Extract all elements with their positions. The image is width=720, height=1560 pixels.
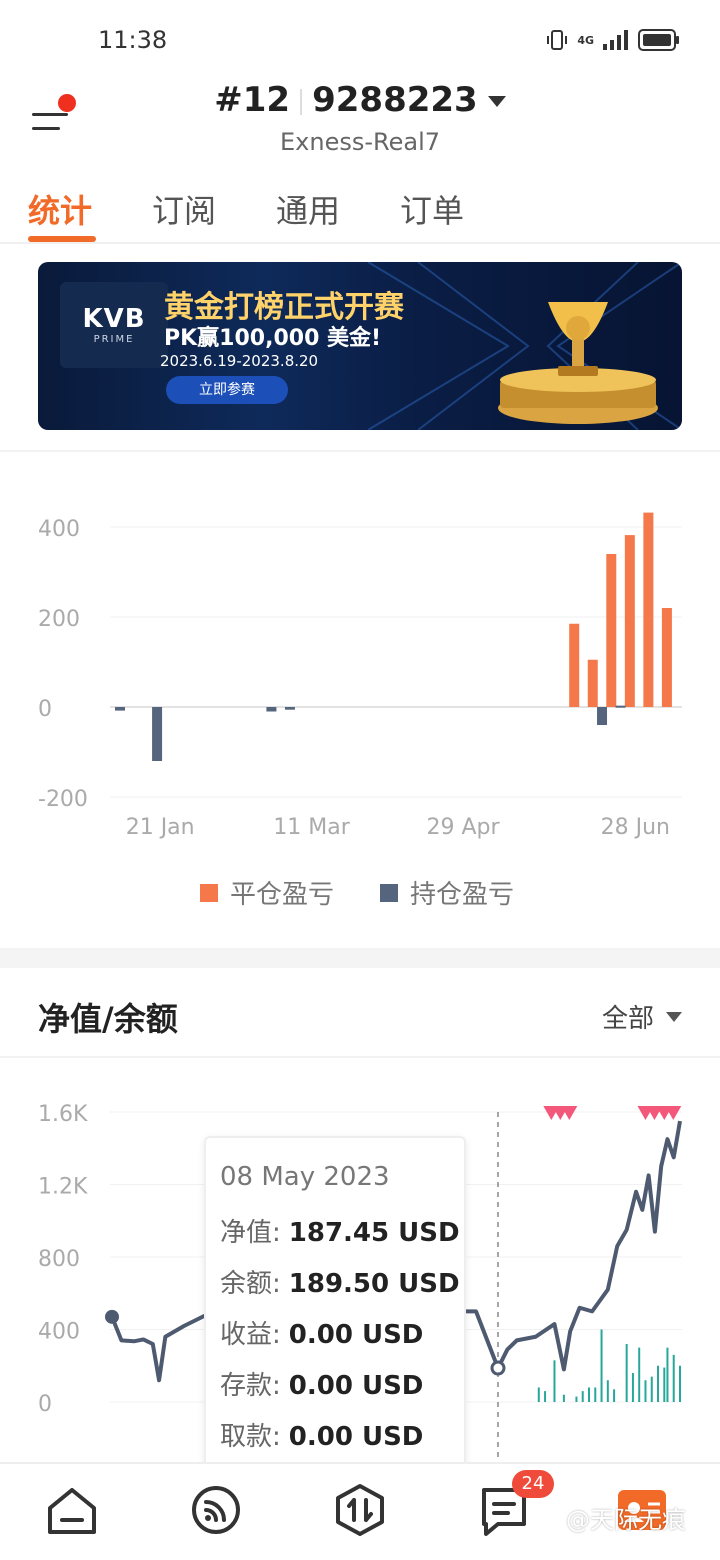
status-icons: 4G [545,28,680,52]
watermark: @天际无痕 [566,1506,686,1534]
tab-statistics[interactable]: 统计 [28,186,92,232]
join-now-button[interactable]: 立即参赛 [166,376,288,404]
bar-closed-pl[interactable] [606,554,617,707]
tab-subscription[interactable]: 订阅 [152,186,216,232]
bar-closed-pl[interactable] [624,535,635,707]
x-tick-label: 21 Jan [126,815,195,840]
trade-icon [336,1484,384,1536]
hover-point [490,1360,506,1376]
range-filter-label: 全部 [601,1004,654,1034]
y-tick-label: 1.6K [38,1102,88,1127]
x-tick-label: 28 Jun [601,815,670,840]
divider [0,1056,720,1058]
bar-open-pl[interactable] [284,707,295,710]
bar-open-pl[interactable] [152,707,163,761]
nav-signals[interactable] [186,1480,246,1540]
status-time: 11:38 [98,26,168,54]
bar-closed-pl[interactable] [569,623,580,707]
y-tick-label: 200 [38,607,80,632]
chevron-down-icon [487,96,506,107]
legend-item-open[interactable]: 持仓盈亏 [380,874,514,911]
server-name: Exness-Real7 [279,128,441,156]
y-tick-label: 400 [38,1320,80,1345]
section-title: 净值/余额 [38,1000,178,1038]
section-divider [0,948,720,968]
y-tick-label: 800 [38,1247,80,1272]
legend-label-closed: 平仓盈亏 [230,880,335,910]
account-selector[interactable]: #12 9288223 [0,80,720,120]
bar-closed-pl[interactable] [587,659,598,707]
tooltip-row-withdrawal: 取款: 0.00 USD [220,1422,424,1452]
y-tick-label: -200 [38,787,88,812]
legend-label-open: 持仓盈亏 [410,880,515,910]
tooltip-row-balance: 余额: 189.50 USD [220,1269,460,1299]
tooltip-row-profit: 收益: 0.00 USD [220,1320,424,1350]
signal-icon [192,1486,240,1534]
tooltip-row-equity: 净值: 187.45 USD [220,1218,460,1248]
active-tab-indicator [28,236,96,242]
banner-subtitle: PK赢100,000 美金! [164,326,382,351]
home-icon [48,1488,96,1534]
chart-tooltip: 08 May 2023 净值: 187.45 USD 余额: 189.50 USD … [204,1136,466,1476]
account-separator [300,88,303,115]
signal-strength-icon [603,30,628,50]
start-point [105,1309,119,1324]
legend-item-closed[interactable]: 平仓盈亏 [200,874,334,911]
account-number: 9288223 [312,80,478,120]
app-header: #12 9288223 Exness-Real7 [0,80,720,170]
bar-open-pl[interactable] [615,705,626,708]
profit-loss-chart: 400 200 0 -200 21 Jan 11 Mar 29 Apr 28 Jun [38,512,682,840]
y-tick-label: 0 [38,697,52,722]
bar-closed-pl[interactable] [643,512,654,707]
tab-bar: 统计 订阅 通用 订单 [0,178,720,244]
vibrate-icon [547,30,568,50]
bar-open-pl[interactable] [266,707,277,712]
chart-legend: 平仓盈亏 持仓盈亏 [0,874,720,914]
tab-general[interactable]: 通用 [276,186,340,232]
battery-icon [638,29,679,51]
tooltip-date: 08 May 2023 [220,1162,390,1192]
bar-open-pl[interactable] [115,707,125,711]
account-prefix: #12 [214,80,291,120]
x-tick-label: 11 Mar [273,815,350,840]
tab-orders[interactable]: 订单 [400,186,464,232]
message-badge: 24 [512,1470,554,1498]
range-filter[interactable]: 全部 [602,998,682,1035]
kvb-logo: KVB PRIME [60,282,168,368]
y-tick-label: 0 [38,1392,52,1417]
legend-swatch-closed [200,883,218,902]
legend-swatch-open [380,883,398,902]
x-tick-label: 29 Apr [426,815,500,840]
network-type: 4G [577,33,594,47]
bar-open-pl[interactable] [597,707,608,725]
tooltip-row-deposit: 存款: 0.00 USD [220,1371,424,1401]
bar-closed-pl[interactable] [661,608,672,707]
promo-banner[interactable]: KVB PRIME 黄金打榜正式开赛 PK赢100,000 美金! 2023.6… [38,262,682,430]
y-tick-label: 400 [38,517,80,542]
banner-date: 2023.6.19-2023.8.20 [160,352,319,370]
nav-trade[interactable] [330,1480,390,1540]
status-bar: 11:38 4G [0,0,720,80]
y-tick-label: 1.2K [38,1175,88,1200]
chevron-down-icon [666,1011,682,1022]
nav-home[interactable] [42,1480,102,1540]
